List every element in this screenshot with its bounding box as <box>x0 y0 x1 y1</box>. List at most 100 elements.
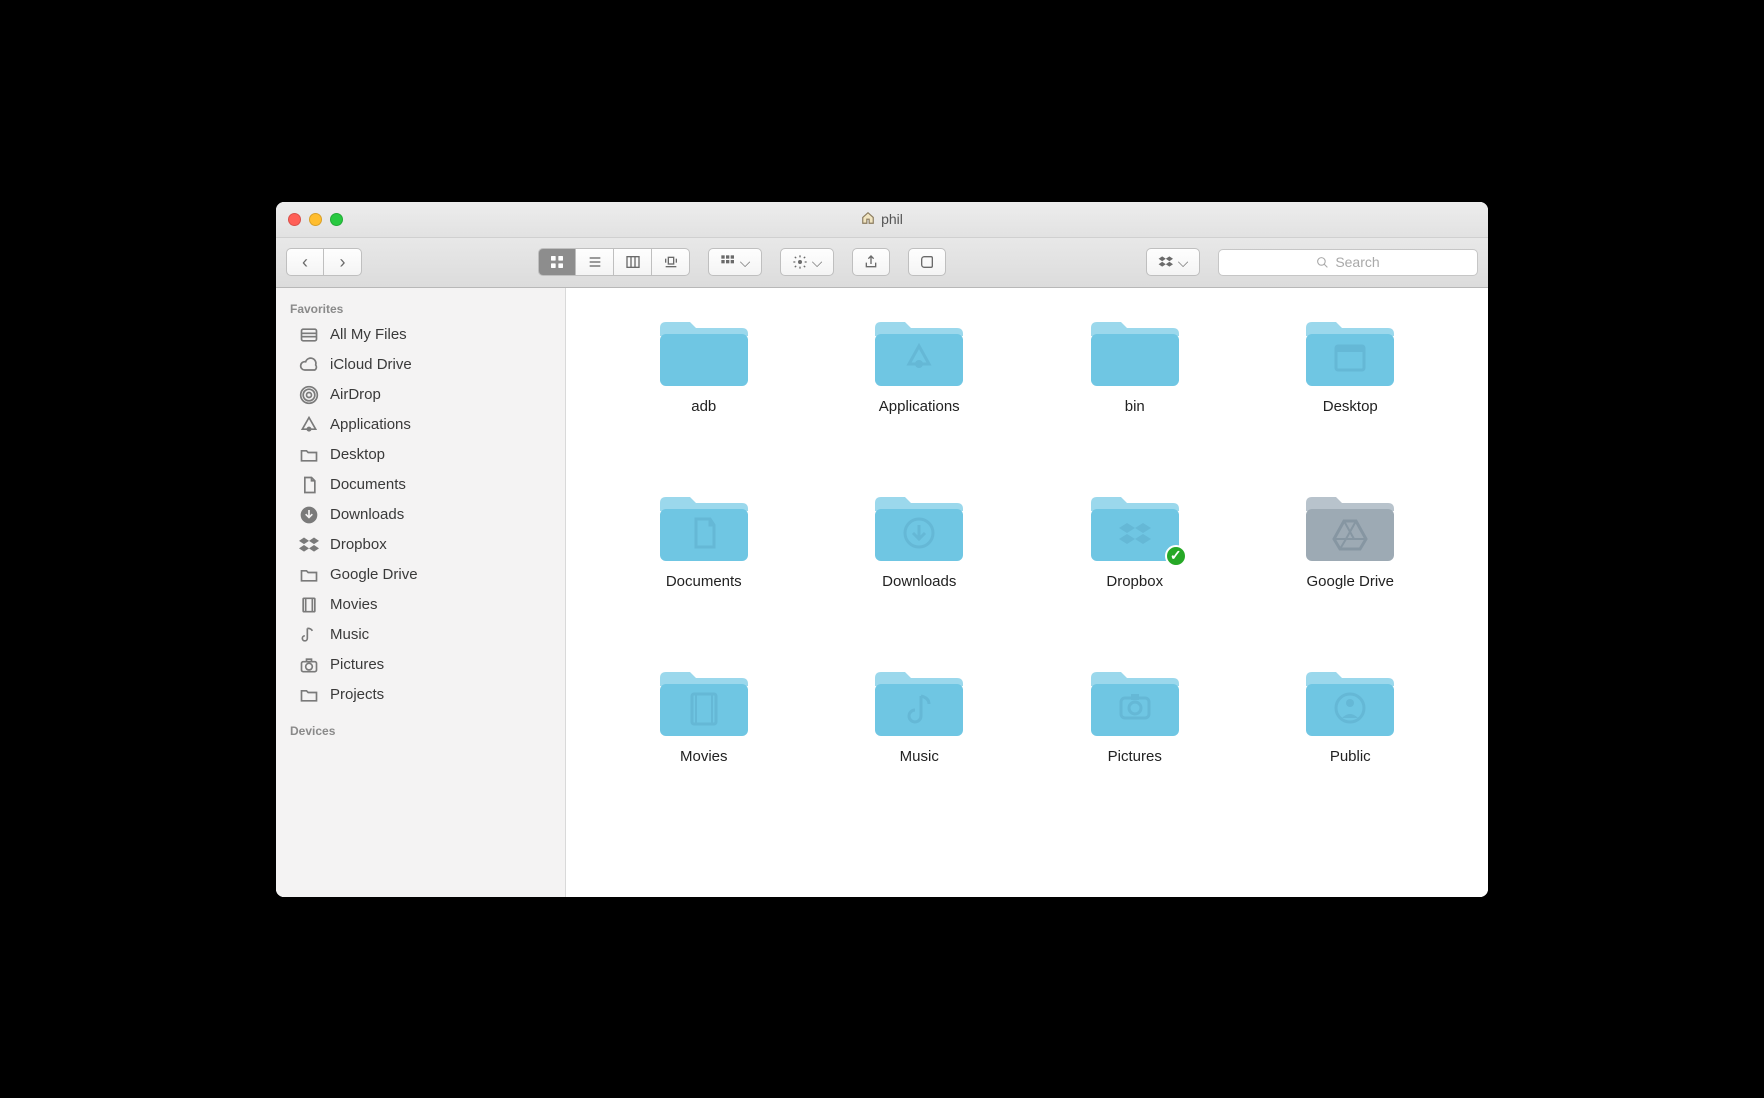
arrange-button[interactable]: ⌵ <box>708 248 762 276</box>
nav-group: ‹ › <box>286 248 362 276</box>
sidebar-item-movies[interactable]: Movies <box>276 590 565 620</box>
sidebar-item-label: Desktop <box>330 446 385 463</box>
coverflow-view-button[interactable] <box>652 248 690 276</box>
sidebar-item-label: Applications <box>330 416 411 433</box>
music-note-icon <box>298 624 320 646</box>
window-controls <box>288 213 343 226</box>
sidebar-item-label: iCloud Drive <box>330 356 412 373</box>
titlebar: phil <box>276 202 1488 238</box>
folder-label: bin <box>1125 398 1145 415</box>
home-icon <box>861 211 875 228</box>
cloud-icon <box>298 354 320 376</box>
back-button[interactable]: ‹ <box>286 248 324 276</box>
folder-icon <box>656 489 752 565</box>
sidebar-item-pictures[interactable]: Pictures <box>276 650 565 680</box>
folder-icon <box>1302 314 1398 390</box>
folder-label: Public <box>1330 748 1371 765</box>
sidebar-item-label: All My Files <box>330 326 407 343</box>
airdrop-icon <box>298 384 320 406</box>
folder-icon <box>871 314 967 390</box>
folder-label: Movies <box>680 748 728 765</box>
folder-label: Music <box>900 748 939 765</box>
sidebar-item-dropbox[interactable]: Dropbox <box>276 530 565 560</box>
folder-label: Desktop <box>1323 398 1378 415</box>
sidebar-item-desktop[interactable]: Desktop <box>276 440 565 470</box>
folder-item[interactable]: bin <box>1027 308 1243 483</box>
window-body: Favorites All My Files iCloud Drive AirDro… <box>276 288 1488 897</box>
folder-item[interactable]: Documents <box>596 483 812 658</box>
folder-item[interactable]: Music <box>812 658 1028 833</box>
dropbox-icon <box>298 534 320 556</box>
sidebar-item-label: Dropbox <box>330 536 387 553</box>
folder-icon <box>1087 314 1183 390</box>
sidebar-item-label: Documents <box>330 476 406 493</box>
sidebar-item-google-drive[interactable]: Google Drive <box>276 560 565 590</box>
sidebar-item-label: Movies <box>330 596 378 613</box>
folder-label: adb <box>691 398 716 415</box>
folder-item[interactable]: Desktop <box>1243 308 1459 483</box>
document-icon <box>298 474 320 496</box>
folder-item[interactable]: Movies <box>596 658 812 833</box>
icon-view-button[interactable] <box>538 248 576 276</box>
sidebar-item-music[interactable]: Music <box>276 620 565 650</box>
folder-icon <box>298 684 320 706</box>
sidebar-item-applications[interactable]: Applications <box>276 410 565 440</box>
sidebar: Favorites All My Files iCloud Drive AirDro… <box>276 288 566 897</box>
folder-icon <box>1302 489 1398 565</box>
column-view-button[interactable] <box>614 248 652 276</box>
folder-item[interactable]: Public <box>1243 658 1459 833</box>
folder-icon: ✓ <box>1087 489 1183 565</box>
sidebar-item-label: Projects <box>330 686 384 703</box>
sidebar-item-downloads[interactable]: Downloads <box>276 500 565 530</box>
folder-icon <box>298 564 320 586</box>
camera-icon <box>298 654 320 676</box>
forward-button[interactable]: › <box>324 248 362 276</box>
search-field[interactable]: Search <box>1218 249 1478 276</box>
folder-label: Google Drive <box>1306 573 1394 590</box>
folder-icon <box>1302 664 1398 740</box>
folder-label: Pictures <box>1108 748 1162 765</box>
folder-icon <box>871 489 967 565</box>
dropbox-toolbar-button[interactable]: ⌵ <box>1146 248 1200 276</box>
folder-icon <box>656 664 752 740</box>
action-button[interactable]: ⌵ <box>780 248 834 276</box>
folder-icon <box>656 314 752 390</box>
sidebar-item-icloud-drive[interactable]: iCloud Drive <box>276 350 565 380</box>
sidebar-item-documents[interactable]: Documents <box>276 470 565 500</box>
folder-label: Applications <box>879 398 960 415</box>
folder-label: Downloads <box>882 573 956 590</box>
fullscreen-button[interactable] <box>330 213 343 226</box>
share-button[interactable] <box>852 248 890 276</box>
sidebar-item-projects[interactable]: Projects <box>276 680 565 710</box>
close-button[interactable] <box>288 213 301 226</box>
folder-icon <box>871 664 967 740</box>
folder-item[interactable]: Google Drive <box>1243 483 1459 658</box>
folder-label: Dropbox <box>1106 573 1163 590</box>
sidebar-section-header: Favorites <box>276 296 565 320</box>
folder-item[interactable]: Applications <box>812 308 1028 483</box>
folder-item[interactable]: ✓ Dropbox <box>1027 483 1243 658</box>
finder-window: phil ‹ › ⌵ <box>276 202 1488 897</box>
minimize-button[interactable] <box>309 213 322 226</box>
sidebar-item-airdrop[interactable]: AirDrop <box>276 380 565 410</box>
search-icon <box>1316 256 1329 269</box>
download-arrow-icon <box>298 504 320 526</box>
list-view-button[interactable] <box>576 248 614 276</box>
file-grid[interactable]: adb Applications bin Desktop <box>566 288 1488 897</box>
folder-icon <box>1087 664 1183 740</box>
sidebar-item-label: AirDrop <box>330 386 381 403</box>
sidebar-item-all-my-files[interactable]: All My Files <box>276 320 565 350</box>
folder-item[interactable]: adb <box>596 308 812 483</box>
sidebar-item-label: Google Drive <box>330 566 418 583</box>
all-my-files-icon <box>298 324 320 346</box>
view-mode-group <box>538 248 690 276</box>
sidebar-item-label: Downloads <box>330 506 404 523</box>
toolbar: ‹ › ⌵ ⌵ <box>276 238 1488 288</box>
sync-ok-badge-icon: ✓ <box>1165 545 1187 567</box>
window-title: phil <box>276 211 1488 228</box>
folder-label: Documents <box>666 573 742 590</box>
folder-icon <box>298 444 320 466</box>
folder-item[interactable]: Downloads <box>812 483 1028 658</box>
tags-button[interactable] <box>908 248 946 276</box>
folder-item[interactable]: Pictures <box>1027 658 1243 833</box>
